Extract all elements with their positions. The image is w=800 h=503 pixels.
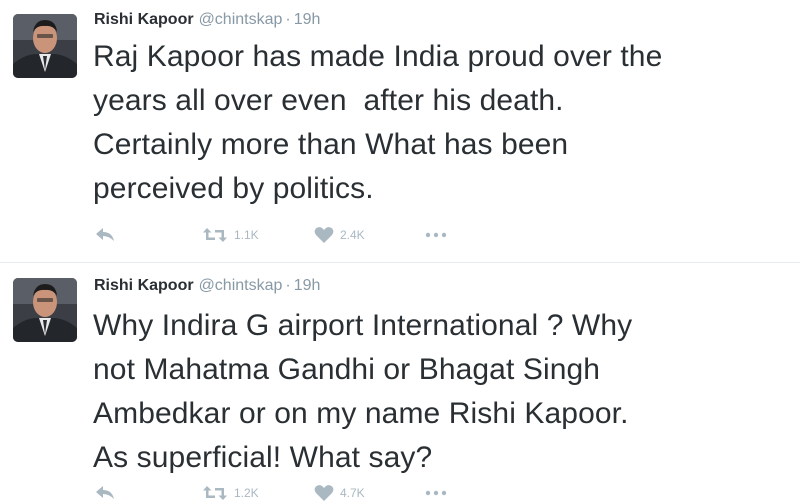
tweet-text-line: Certainly more than What has been xyxy=(93,128,569,161)
more-options-button[interactable] xyxy=(424,225,448,243)
like-count: 4.7K xyxy=(340,486,365,500)
tweet-timestamp[interactable]: 19h xyxy=(294,11,321,28)
avatar[interactable] xyxy=(13,278,77,342)
tweet[interactable]: Rishi Kapoor @chintskap · 19h Why Indira G … xyxy=(0,263,800,503)
author-handle[interactable]: @chintskap xyxy=(199,277,283,294)
tweet-timestamp[interactable]: 19h xyxy=(294,277,321,294)
reply-icon xyxy=(96,228,114,241)
tweet-text-line: perceived by politics. xyxy=(93,172,374,205)
like-icon xyxy=(314,485,334,501)
author-name[interactable]: Rishi Kapoor xyxy=(94,11,194,28)
more-icon xyxy=(425,232,447,238)
retweet-icon xyxy=(203,228,227,242)
retweet-count: 1.2K xyxy=(234,486,259,500)
tweet-text-line: Ambedkar or on my name Rishi Kapoor. xyxy=(93,397,629,430)
retweet-count: 1.1K xyxy=(234,228,259,242)
author-name[interactable]: Rishi Kapoor xyxy=(94,277,194,294)
like-icon xyxy=(314,227,334,243)
tweet-text-line: years all over even after his death. xyxy=(93,84,564,117)
reply-icon xyxy=(96,486,114,499)
like-button[interactable]: 4.7K xyxy=(314,483,365,503)
tweet-text: Raj Kapoor has made India proud over the… xyxy=(93,35,793,211)
like-button[interactable]: 2.4K xyxy=(314,225,365,245)
reply-button[interactable] xyxy=(94,483,116,501)
tweet-header: Rishi Kapoor @chintskap · 19h xyxy=(94,277,320,295)
tweet-text-line: Raj Kapoor has made India proud over the xyxy=(93,40,663,73)
reply-button[interactable] xyxy=(94,225,116,243)
tweet[interactable]: Rishi Kapoor @chintskap · 19h Raj Kapoor ha… xyxy=(0,0,800,262)
retweet-button[interactable]: 1.2K xyxy=(202,483,259,503)
tweet-text-line: not Mahatma Gandhi or Bhagat Singh xyxy=(93,353,601,386)
separator-dot: · xyxy=(285,11,291,28)
retweet-button[interactable]: 1.1K xyxy=(202,225,259,245)
tweet-header: Rishi Kapoor @chintskap · 19h xyxy=(94,11,320,29)
separator-dot: · xyxy=(285,277,291,294)
author-handle[interactable]: @chintskap xyxy=(199,11,283,28)
tweet-text-line: As superficial! What say? xyxy=(93,441,433,474)
like-count: 2.4K xyxy=(340,228,365,242)
retweet-icon xyxy=(203,486,227,500)
avatar[interactable] xyxy=(13,14,77,78)
tweet-text-line: Why Indira G airport International ? Why xyxy=(93,309,633,342)
tweet-text: Why Indira G airport International ? Why… xyxy=(93,304,793,480)
avatar-photo xyxy=(13,14,77,78)
avatar-photo xyxy=(13,278,77,342)
more-options-button[interactable] xyxy=(424,483,448,501)
more-icon xyxy=(425,490,447,496)
